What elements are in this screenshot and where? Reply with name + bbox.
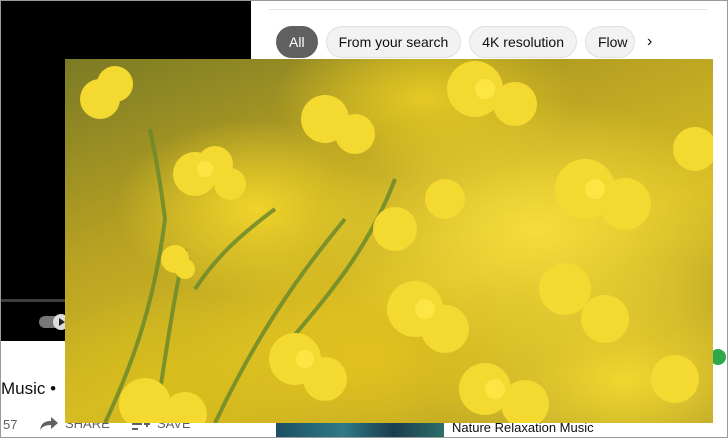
- flower-artwork: [80, 61, 713, 423]
- video-title: Music •: [1, 379, 57, 398]
- chip-all[interactable]: All: [276, 26, 318, 58]
- like-count: 57: [3, 417, 18, 432]
- chip-from-your-search[interactable]: From your search: [325, 26, 462, 58]
- chip-4k-resolution[interactable]: 4K resolution: [469, 26, 577, 58]
- divider: [269, 9, 707, 10]
- page-frame: Music • 57 SHARE SAVE ••• All From your …: [0, 0, 728, 438]
- mini-player-yellow-flowers[interactable]: [65, 59, 713, 423]
- share-icon: [40, 417, 58, 430]
- autoplay-toggle[interactable]: [39, 314, 69, 330]
- related-video-thumbnail[interactable]: [276, 421, 444, 437]
- chevron-right-icon[interactable]: ›: [647, 33, 652, 51]
- filter-chip-bar: All From your search 4K resolution Flow: [276, 26, 635, 58]
- chip-flowers[interactable]: Flow: [584, 26, 635, 58]
